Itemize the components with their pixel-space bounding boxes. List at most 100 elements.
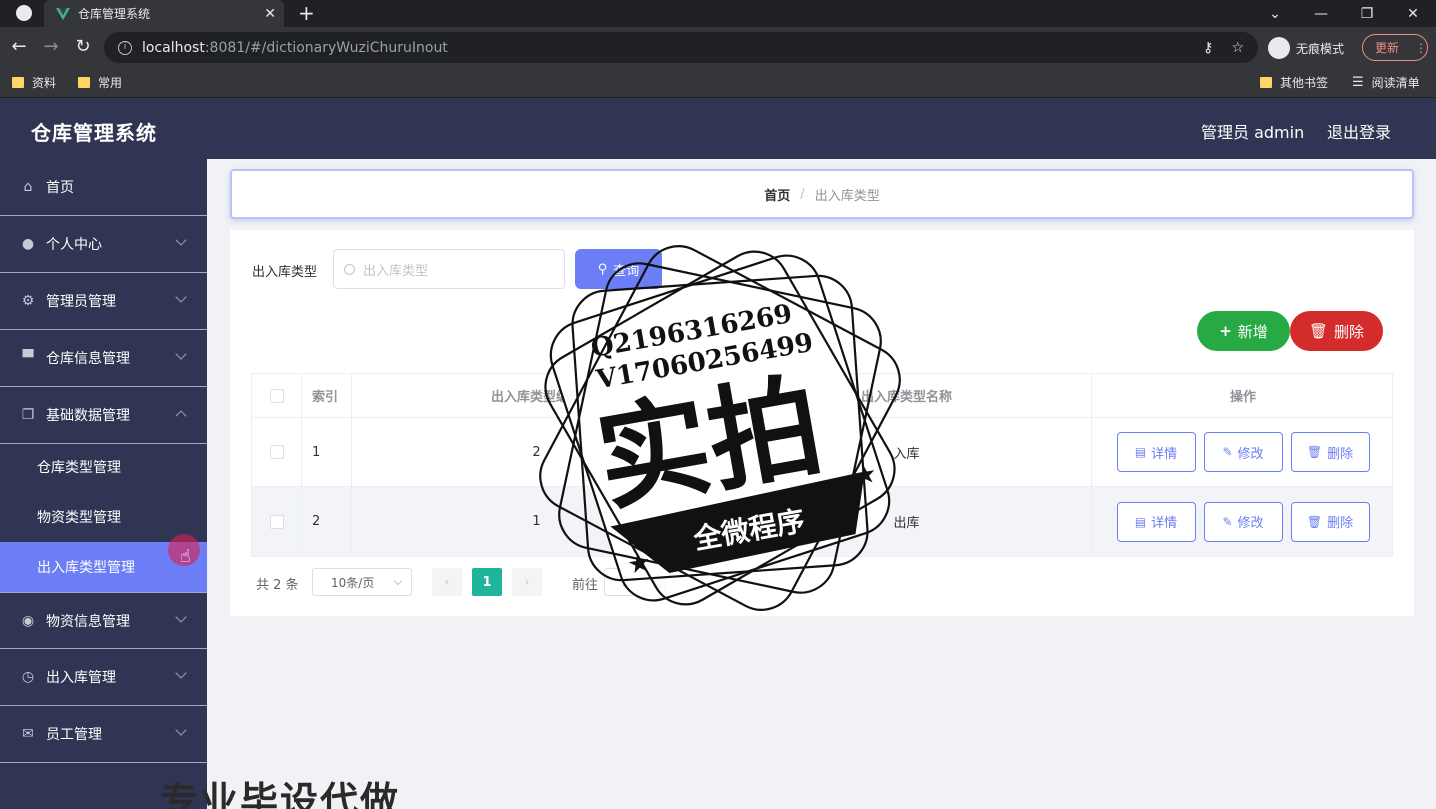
sidebar-item-basic-data[interactable]: ❐ 基础数据管理 [0, 387, 207, 444]
url-host: localhost [142, 39, 205, 56]
column-header: 操作 [1229, 390, 1256, 405]
delete-label: 删除 [1334, 322, 1365, 341]
chevron-down-icon [393, 576, 403, 586]
chevron-down-icon [175, 291, 187, 303]
update-button[interactable]: 更新 ⋮ [1362, 34, 1428, 61]
search-label: 出入库类型 [252, 265, 318, 280]
edit-button[interactable]: ✎ 修改 [1203, 432, 1283, 472]
other-bookmarks[interactable]: 其他书签 [1260, 74, 1328, 91]
window-close-icon[interactable]: ✕ [1390, 0, 1436, 27]
page-unit-label: 页 [654, 578, 668, 593]
sidebar-item-label: 仓库信息管理 [46, 351, 130, 367]
goto-page-value: 1 [621, 574, 631, 590]
close-tab-icon[interactable]: ✕ [264, 6, 276, 22]
sidebar-subitem-goods-type[interactable]: 物资类型管理 [0, 492, 207, 542]
detail-label: 详情 [1151, 516, 1178, 531]
sidebar: ⌂ 首页 ● 个人中心 ⚙ 管理员管理 ▀ 仓库信息管理 ❐ 基础数据管理 仓库… [0, 159, 207, 809]
new-tab-icon[interactable]: + [298, 2, 315, 24]
detail-button[interactable]: ▤ 详情 [1116, 501, 1196, 542]
sidebar-subitem-label: 物资类型管理 [37, 510, 121, 526]
add-label: 新增 [1237, 322, 1268, 341]
url-input[interactable]: i localhost :8081/#/dictionaryWuziChuruI… [104, 32, 1258, 63]
next-page-button[interactable]: › [512, 568, 542, 596]
sidebar-item-profile[interactable]: ● 个人中心 [0, 216, 207, 273]
bookmark-label: 其他书签 [1280, 76, 1329, 90]
add-button[interactable]: + 新增 [1197, 311, 1290, 351]
bookmark-label: 资料 [32, 76, 57, 90]
edit-label: 修改 [1237, 516, 1264, 531]
row-name: 入库 [893, 446, 920, 462]
prev-page-button[interactable]: ‹ [432, 568, 462, 596]
update-label: 更新 [1375, 41, 1400, 55]
edit-button[interactable]: ✎ 修改 [1203, 501, 1283, 542]
bookmark-star-icon[interactable]: ☆ [1231, 40, 1244, 56]
bookmarks-bar: 资料 常用 其他书签 ☰ 阅读清单 [0, 68, 1436, 98]
chevron-down-icon [175, 611, 187, 623]
goto-page-input[interactable]: 1 [604, 568, 648, 596]
row-name: 出库 [893, 516, 920, 531]
bookmark-folder[interactable]: 资料 [12, 74, 56, 91]
trash-icon: 🗑 [1306, 445, 1323, 459]
column-header: 出入库类型名称 [860, 390, 952, 405]
sidebar-item-label: 出入库管理 [46, 670, 116, 686]
sidebar-item-home[interactable]: ⌂ 首页 [0, 159, 207, 216]
url-path: :8081/#/dictionaryWuziChuruInout [204, 39, 448, 56]
page-size-value: 10条/页 [331, 575, 375, 590]
reading-list[interactable]: ☰ 阅读清单 [1352, 74, 1420, 91]
chevron-down-icon [175, 667, 187, 679]
table-row: 1 2 入库 ▤ 详情 ✎ 修改 🗑 删除 [252, 418, 1392, 487]
chevron-up-icon [175, 410, 187, 422]
select-all-checkbox[interactable] [269, 388, 284, 403]
chevron-down-icon [175, 348, 187, 360]
goto-label: 前往 [572, 578, 599, 593]
mail-icon: ✉ [22, 726, 34, 742]
query-button[interactable]: ⚲ 查询 [575, 249, 662, 289]
warehouse-icon: ▀ [22, 350, 34, 366]
sidebar-item-inout[interactable]: ◷ 出入库管理 [0, 649, 207, 706]
folder-icon [78, 77, 90, 88]
sidebar-item-staff[interactable]: ✉ 员工管理 [0, 706, 207, 763]
row-checkbox[interactable] [269, 445, 284, 459]
incognito-indicator[interactable]: 无痕模式 [1268, 36, 1344, 60]
sidebar-item-warehouse[interactable]: ▀ 仓库信息管理 [0, 330, 207, 387]
app-header: 仓库管理系统 管理员 admin 退出登录 [0, 98, 1436, 159]
site-info-icon[interactable]: i [118, 40, 132, 55]
detail-button[interactable]: ▤ 详情 [1116, 432, 1196, 472]
folder-icon [1260, 77, 1272, 88]
forward-icon[interactable]: → [40, 36, 62, 58]
key-icon[interactable]: ⚷ [1203, 40, 1213, 56]
query-label: 查询 [613, 263, 640, 279]
back-icon[interactable]: ← [8, 36, 30, 58]
tab-title: 仓库管理系统 [78, 7, 151, 21]
row-checkbox[interactable] [269, 514, 284, 529]
batch-delete-button[interactable]: 🗑 删除 [1290, 311, 1383, 351]
sidebar-item-admins[interactable]: ⚙ 管理员管理 [0, 273, 207, 330]
minimize-icon[interactable]: — [1298, 0, 1344, 27]
app-title: 仓库管理系统 [31, 121, 157, 145]
sidebar-item-goods[interactable]: ◉ 物资信息管理 [0, 592, 207, 649]
user-icon: ● [21, 236, 35, 252]
delete-button[interactable]: 🗑 删除 [1290, 501, 1370, 542]
pagination-total: 共 2 条 [256, 578, 299, 593]
sidebar-item-label: 基础数据管理 [46, 408, 130, 424]
row-code: 2 [532, 444, 541, 460]
restore-icon[interactable]: ❐ [1344, 0, 1390, 27]
sidebar-item-label: 个人中心 [46, 237, 102, 253]
breadcrumb: 首页 / 出入库类型 [230, 169, 1414, 219]
chrome-menu-icon[interactable] [16, 5, 32, 21]
sidebar-item-label: 员工管理 [46, 727, 102, 743]
reload-icon[interactable]: ↻ [72, 36, 94, 58]
search-input[interactable]: 出入库类型 [333, 249, 565, 289]
browser-tab[interactable]: 仓库管理系统 ✕ [44, 0, 284, 27]
sidebar-subitem-label: 仓库类型管理 [37, 460, 121, 476]
breadcrumb-home[interactable]: 首页 [764, 185, 790, 204]
page-number[interactable]: 1 [472, 568, 502, 596]
page-size-select[interactable]: 10条/页 [312, 568, 412, 596]
content-panel: 出入库类型 出入库类型 ⚲ 查询 + 新增 🗑 删除 索引 出入库类型编码 出入… [230, 230, 1414, 616]
tab-search-icon[interactable]: ⌄ [1252, 0, 1298, 27]
bookmark-folder[interactable]: 常用 [78, 74, 122, 91]
sidebar-subitem-warehouse-type[interactable]: 仓库类型管理 [0, 442, 207, 492]
hand-cursor-icon: ☝ [180, 546, 191, 567]
logout-link[interactable]: 退出登录 [1327, 119, 1391, 143]
delete-button[interactable]: 🗑 删除 [1290, 432, 1370, 472]
